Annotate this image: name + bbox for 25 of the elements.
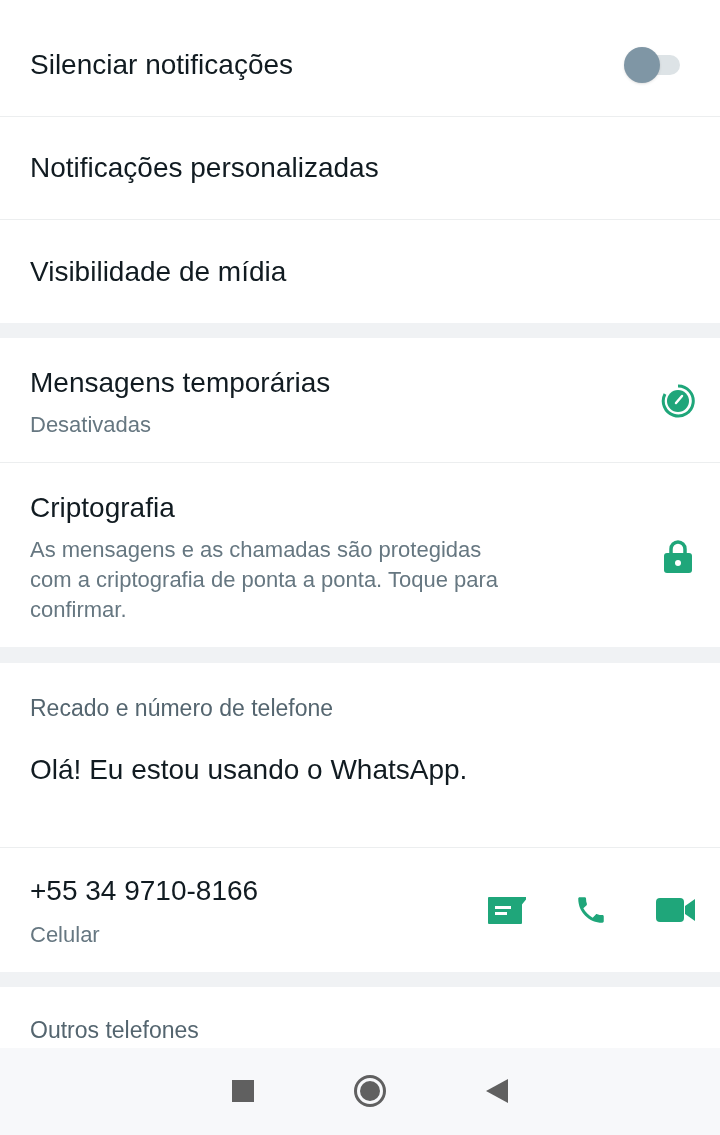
section-heading: Recado e número de telefone: [30, 694, 334, 721]
video-call-button[interactable]: [656, 896, 696, 925]
setting-label: Notificações personalizadas: [30, 151, 379, 185]
recent-apps-button[interactable]: [232, 1080, 254, 1103]
setting-label: Silenciar notificações: [30, 48, 294, 82]
phone-type: Celular: [30, 920, 101, 949]
section-heading: Outros telefones: [30, 1017, 199, 1044]
setting-description: Desativadas: [30, 411, 153, 440]
settings-row[interactable]: Criptografia As mensagens e as chamadas são protegidas com a criptografia de ponta a ponta. Toque para confirmar.: [0, 463, 720, 648]
setting-label: Visibilidade de mídia: [30, 254, 287, 289]
back-button[interactable]: [486, 1079, 508, 1104]
phone-number: +55 34 9710-8166: [30, 873, 259, 908]
toggle-switch[interactable]: [624, 45, 680, 85]
setting-description: As mensagens e as chamadas são protegidas com a criptografia de ponta a ponta. Toque para confirmar.: [30, 536, 500, 625]
home-button[interactable]: [354, 1075, 386, 1108]
settings-row[interactable]: Visibilidade de mídia: [0, 220, 720, 323]
setting-title: Criptografia: [30, 491, 176, 526]
setting-title: Mensagens temporárias: [30, 366, 332, 401]
message-button[interactable]: [486, 894, 526, 927]
settings-row[interactable]: Mensagens temporárias Desativadas: [0, 338, 720, 464]
about-status: Olá! Eu estou usando o WhatsApp.: [30, 754, 468, 786]
timer-icon: [660, 383, 696, 420]
settings-row[interactable]: Silenciar notificações: [0, 14, 720, 117]
settings-row[interactable]: Notificações personalizadas: [0, 117, 720, 220]
lock-icon: [664, 539, 692, 574]
